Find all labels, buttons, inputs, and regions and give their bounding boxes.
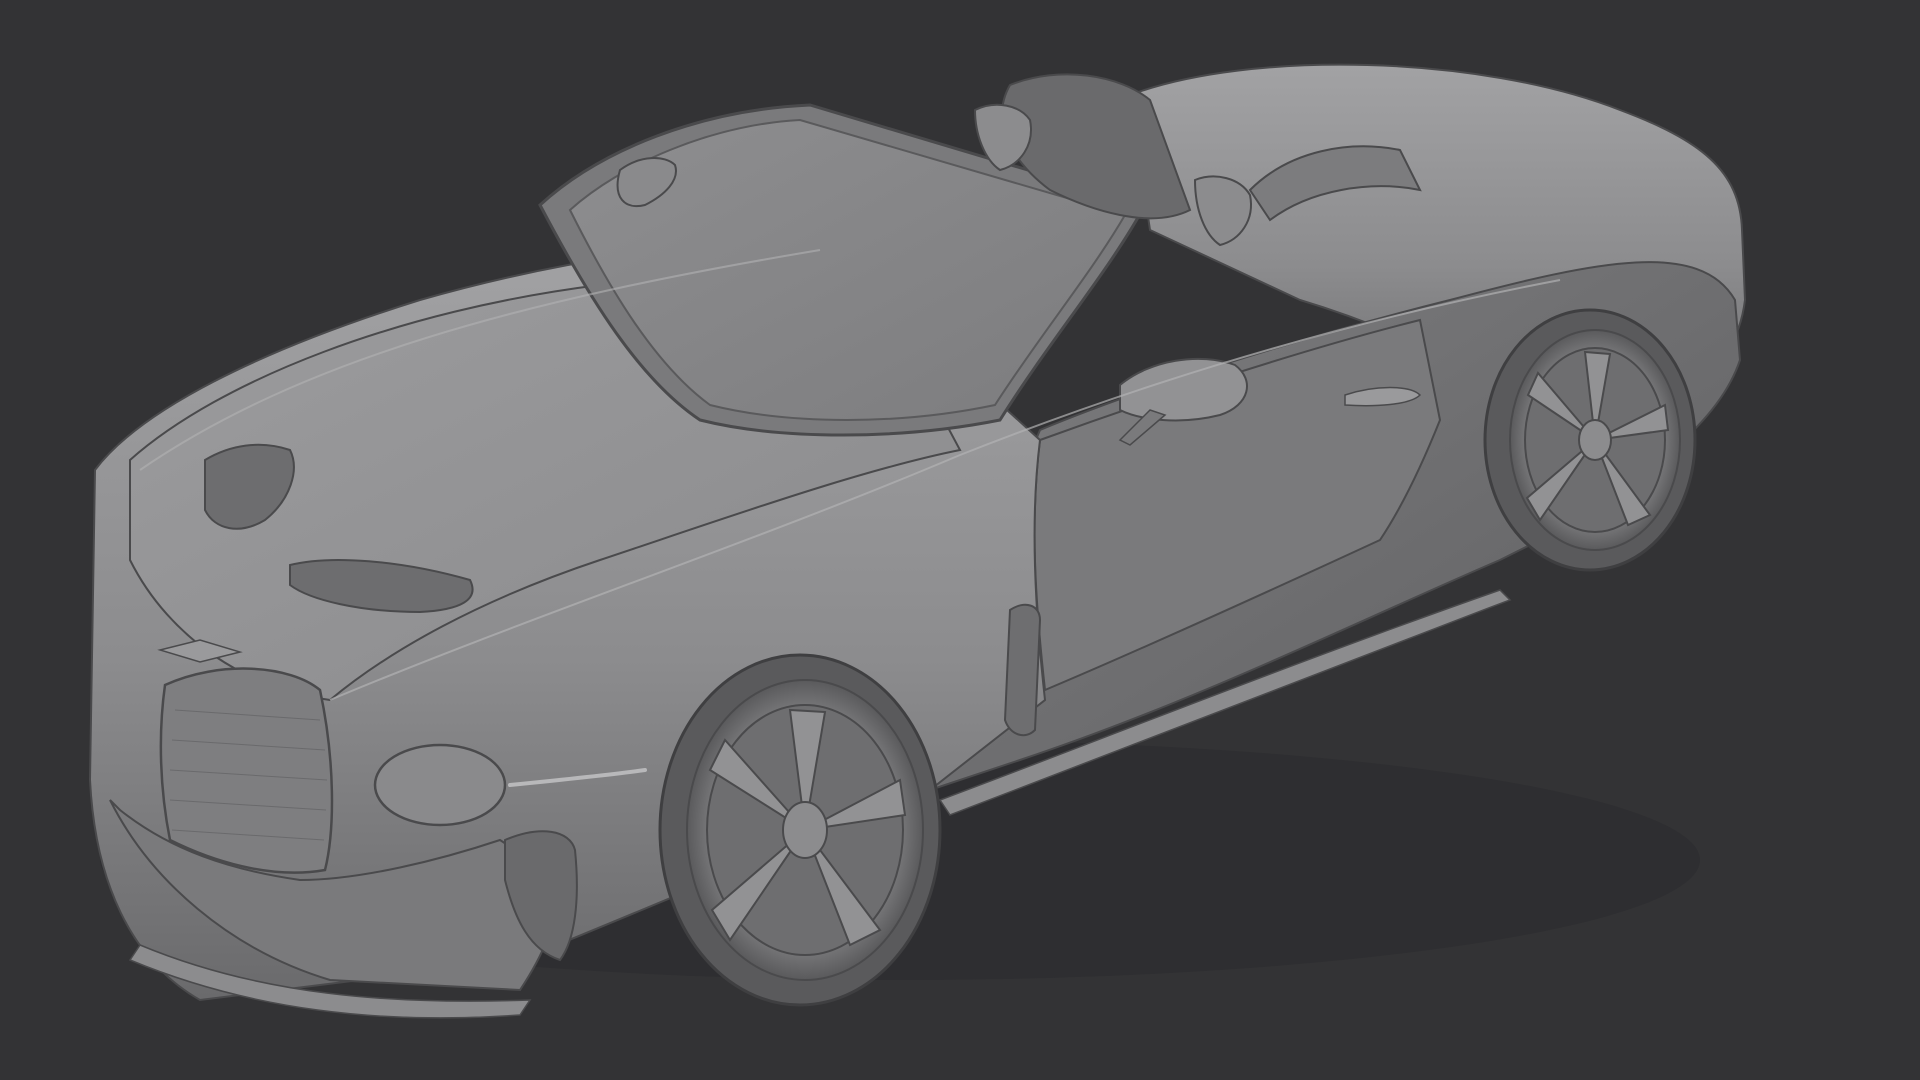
rear-wheel bbox=[1483, 308, 1697, 572]
front-wheel-hub bbox=[782, 801, 828, 859]
headlight bbox=[373, 743, 507, 827]
front-wheel bbox=[658, 653, 942, 1007]
car-model-render bbox=[88, 63, 1747, 1019]
viewport-3d[interactable] bbox=[0, 0, 1920, 1080]
fender-vent bbox=[1003, 603, 1042, 737]
rear-wheel-hub bbox=[1578, 419, 1612, 461]
